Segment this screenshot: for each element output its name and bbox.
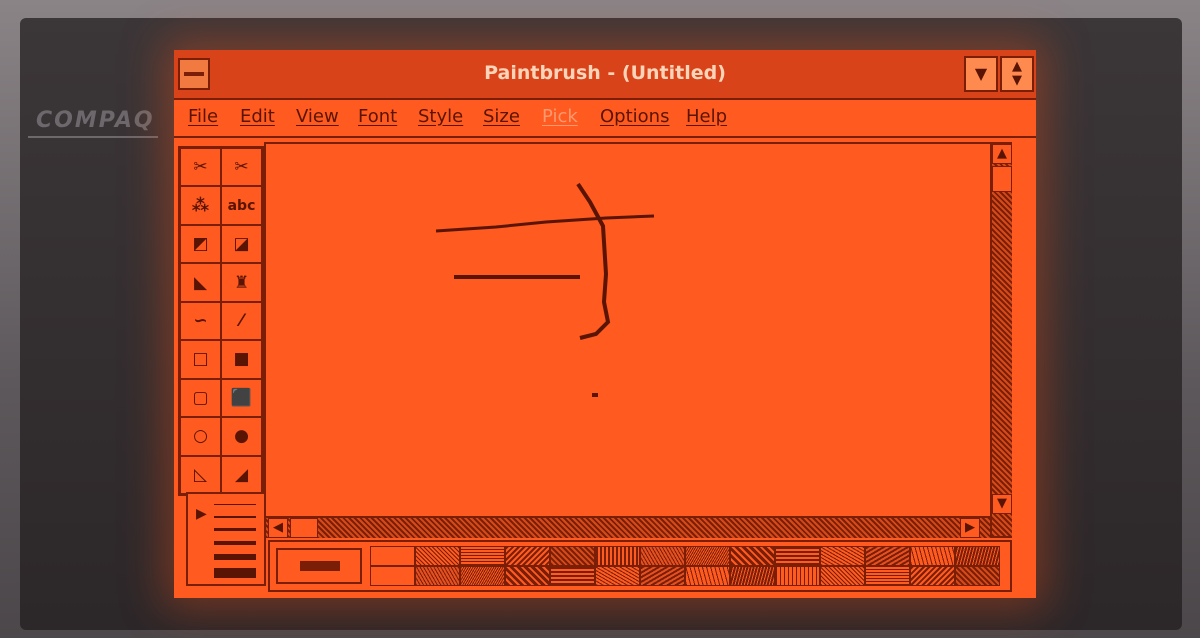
- scroll-down-arrow-icon[interactable]: ▼: [992, 494, 1012, 514]
- menu-bar: File Edit View Font Style Size Pick Opti…: [174, 100, 1036, 138]
- line-width-5[interactable]: [214, 554, 256, 560]
- palette-swatch[interactable]: [775, 546, 820, 566]
- scissors-icon[interactable]: ✂: [180, 148, 221, 187]
- drawing-canvas[interactable]: [264, 142, 1012, 538]
- paint-roller-icon[interactable]: ◣: [180, 263, 221, 302]
- brand-underline: [28, 136, 158, 138]
- scroll-left-arrow-icon[interactable]: ◀: [268, 518, 288, 538]
- circle-icon[interactable]: ○: [180, 417, 221, 456]
- palette-swatch[interactable]: [955, 546, 1000, 566]
- eraser-icon[interactable]: ◪: [221, 224, 262, 264]
- up-down-arrows-icon: ▲ ▼: [1012, 59, 1022, 88]
- text-icon[interactable]: abc: [221, 186, 262, 225]
- title-bar: Paintbrush - (Untitled) ▼ ▲ ▼: [174, 50, 1036, 100]
- menu-edit[interactable]: Edit: [240, 106, 275, 127]
- maximize-button[interactable]: ▲ ▼: [1000, 56, 1034, 92]
- canvas-drawing: [435, 182, 655, 397]
- palette-swatch[interactable]: [550, 566, 595, 586]
- palette-swatch[interactable]: [820, 566, 865, 586]
- palette-swatch[interactable]: [460, 546, 505, 566]
- menu-view[interactable]: View: [296, 106, 339, 127]
- palette-swatch[interactable]: [370, 566, 415, 586]
- palette-swatch[interactable]: [775, 566, 820, 586]
- line-icon[interactable]: ⁄: [221, 301, 262, 341]
- pick-scissors-icon[interactable]: ✂: [221, 148, 262, 187]
- brush-icon[interactable]: ♜: [221, 263, 262, 302]
- palette-swatch[interactable]: [730, 566, 775, 586]
- palette-swatch[interactable]: [550, 546, 595, 566]
- line-width-box: ▶: [186, 492, 266, 586]
- stroke-bracket: [576, 182, 611, 340]
- horizontal-scroll-thumb[interactable]: [290, 518, 318, 538]
- menu-font[interactable]: Font: [358, 106, 397, 127]
- line-width-6[interactable]: [214, 568, 256, 578]
- line-width-selector-icon: ▶: [196, 506, 207, 522]
- palette-swatch[interactable]: [730, 546, 775, 566]
- text-tool-label: abc: [227, 197, 256, 214]
- stroke-stepped-line: [435, 214, 655, 233]
- window-title: Paintbrush - (Untitled): [484, 62, 726, 84]
- menu-pick[interactable]: Pick: [542, 106, 578, 127]
- color-eraser-icon[interactable]: ◩: [180, 224, 221, 264]
- palette-swatch[interactable]: [505, 566, 550, 586]
- toolbox: ✂ ✂ ⁂ abc ◩ ◪ ◣ ♜ ∽ ⁄ □ ■ ▢ ⬛ ○ ● ◺ ◢: [178, 146, 264, 496]
- palette-swatch[interactable]: [505, 546, 550, 566]
- line-width-2[interactable]: [214, 516, 256, 518]
- line-width-4[interactable]: [214, 541, 256, 545]
- triangle-down-icon: ▼: [974, 64, 988, 83]
- palette-swatch[interactable]: [685, 546, 730, 566]
- rounded-box-icon[interactable]: ▢: [180, 378, 221, 418]
- filled-polygon-icon[interactable]: ◢: [221, 455, 262, 494]
- menu-style[interactable]: Style: [418, 106, 463, 127]
- line-width-1[interactable]: [214, 504, 256, 505]
- menu-file[interactable]: File: [188, 106, 218, 127]
- airbrush-icon[interactable]: ⁂: [180, 186, 221, 225]
- vertical-scroll-thumb[interactable]: [992, 166, 1012, 192]
- palette-swatch[interactable]: [595, 566, 640, 586]
- menu-help[interactable]: Help: [686, 106, 727, 127]
- filled-box-icon[interactable]: ■: [221, 340, 262, 379]
- palette-swatch[interactable]: [640, 566, 685, 586]
- palette-swatch[interactable]: [955, 566, 1000, 586]
- line-width-3[interactable]: [214, 528, 256, 531]
- palette-swatch[interactable]: [415, 566, 460, 586]
- brand-logo: COMPAQ: [36, 108, 155, 133]
- palette-swatch[interactable]: [640, 546, 685, 566]
- horizontal-scrollbar[interactable]: ◀ ▶: [266, 516, 990, 538]
- palette-swatch[interactable]: [595, 546, 640, 566]
- scroll-right-arrow-icon[interactable]: ▶: [960, 518, 980, 538]
- filled-circle-icon[interactable]: ●: [221, 417, 262, 456]
- palette-swatch[interactable]: [910, 546, 955, 566]
- filled-rounded-box-icon[interactable]: ⬛: [221, 378, 262, 418]
- palette-swatch[interactable]: [460, 566, 505, 586]
- scroll-up-arrow-icon[interactable]: ▲: [992, 144, 1012, 164]
- palette-swatch[interactable]: [865, 546, 910, 566]
- palette-swatch[interactable]: [685, 566, 730, 586]
- curve-icon[interactable]: ∽: [180, 301, 221, 341]
- menu-options[interactable]: Options: [600, 106, 669, 127]
- vertical-scrollbar[interactable]: ▲ ▼: [990, 144, 1012, 536]
- current-color-indicator: [276, 548, 362, 584]
- palette-swatch[interactable]: [415, 546, 460, 566]
- palette-swatch[interactable]: [910, 566, 955, 586]
- polygon-icon[interactable]: ◺: [180, 455, 221, 494]
- screen: Paintbrush - (Untitled) ▼ ▲ ▼ File Edit V…: [174, 50, 1036, 598]
- minimize-button[interactable]: ▼: [964, 56, 998, 92]
- color-palette: [268, 540, 1012, 592]
- palette-swatch[interactable]: [820, 546, 865, 566]
- palette-swatch[interactable]: [370, 546, 415, 566]
- box-icon[interactable]: □: [180, 340, 221, 379]
- stroke-dot: [592, 393, 598, 397]
- palette-swatch[interactable]: [865, 566, 910, 586]
- menu-size[interactable]: Size: [483, 106, 520, 127]
